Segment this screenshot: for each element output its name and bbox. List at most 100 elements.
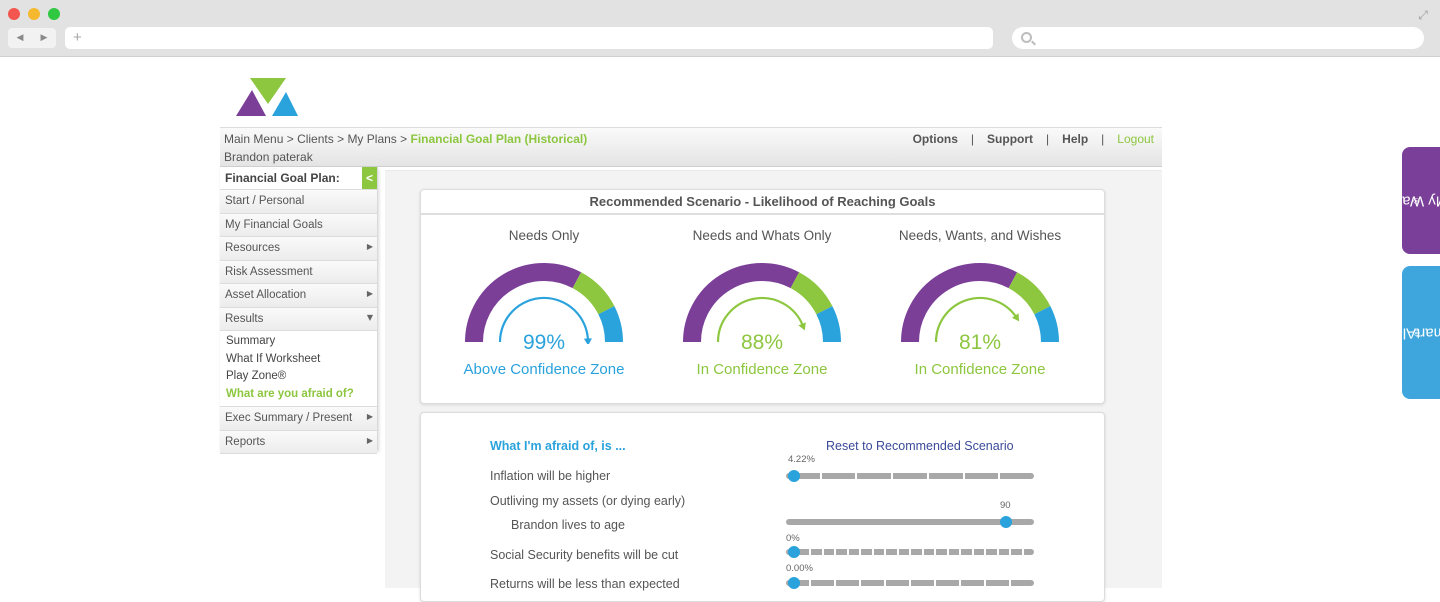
divider <box>385 170 1162 171</box>
gauge-percent: 81% <box>958 331 1002 354</box>
sidebar-item-label: Start / Personal <box>225 195 305 207</box>
fullscreen-icon[interactable]: ⤢ <box>1416 8 1430 22</box>
sidebar-subitem-what-if-worksheet[interactable]: What If Worksheet <box>220 350 377 368</box>
sidebar-item-results[interactable]: Results ▼ <box>220 307 377 331</box>
slider-tick <box>929 472 965 480</box>
slider-value: 0.00% <box>786 563 813 574</box>
slider-ticks <box>786 472 1034 480</box>
sidebar-subitem-summary[interactable]: Summary <box>220 333 377 351</box>
gauge-percent: 99% <box>522 331 566 354</box>
company-logo <box>236 78 298 116</box>
chevron-down-icon: ▼ <box>366 312 373 322</box>
breadcrumb-current: Financial Goal Plan (Historical) <box>410 132 588 146</box>
question-returns: Returns will be less than expected <box>490 577 680 591</box>
slider-tick <box>936 548 949 556</box>
sidebar-item-label: Results <box>225 312 264 325</box>
browser-search-input[interactable] <box>1012 27 1424 49</box>
gauge-needs-and-whats: Needs and Whats Only 88% In Confidence Z… <box>662 228 862 388</box>
smart-alex-tab-label: SmartAlex® <box>1386 324 1440 341</box>
header-bar: Main Menu > Clients > My Plans > Financi… <box>220 127 1162 167</box>
sidebar-item-reports[interactable]: Reports ▶ <box>220 430 377 454</box>
chevron-right-icon: ▶ <box>366 412 373 421</box>
nav-separator: | <box>1046 132 1050 146</box>
logout-link[interactable]: Logout <box>1117 132 1154 146</box>
gauge-percent: 88% <box>740 331 784 354</box>
support-link[interactable]: Support <box>987 132 1033 146</box>
sidebar: Financial Goal Plan: < Start / Personal … <box>220 167 378 454</box>
gauge-segment-green <box>790 272 833 315</box>
afraid-panel: What I'm afraid of, is ... Reset to Reco… <box>420 412 1105 602</box>
new-tab-icon[interactable]: + <box>73 29 82 47</box>
slider-tick <box>1024 548 1035 556</box>
breadcrumb-main-menu[interactable]: Main Menu <box>224 132 283 146</box>
breadcrumb-separator: > <box>283 132 298 146</box>
smart-alex-tab[interactable]: SmartAlex® <box>1386 266 1440 399</box>
slider-tick <box>824 548 836 556</box>
address-bar[interactable]: + <box>65 27 993 49</box>
sidebar-item-label: Asset Allocation <box>225 289 307 301</box>
slider-handle[interactable] <box>1000 516 1013 528</box>
gauge-zone-label: In Confidence Zone <box>696 361 828 378</box>
slider-value: 90 <box>1000 500 1011 511</box>
sidebar-item-exec-summary[interactable]: Exec Summary / Present ▶ <box>220 407 377 431</box>
question-inflation: Inflation will be higher <box>490 469 611 483</box>
slider-tick <box>1011 548 1024 556</box>
slider-tick <box>1011 579 1034 587</box>
gauge-zone-label: In Confidence Zone <box>914 361 1046 378</box>
gauge-segment-green <box>1008 272 1051 315</box>
returns-slider[interactable] <box>786 577 1034 589</box>
age-slider[interactable] <box>786 516 1034 528</box>
slider-handle[interactable] <box>788 577 800 589</box>
chevron-right-icon: ▶ <box>366 242 373 251</box>
social-security-slider[interactable] <box>786 546 1034 558</box>
slider-value: 4.22% <box>788 454 815 465</box>
sidebar-item-asset-allocation[interactable]: Asset Allocation ▶ <box>220 284 377 308</box>
my-way-tab[interactable]: My Way® <box>1394 147 1440 254</box>
slider-handle[interactable] <box>788 470 800 482</box>
slider-tick <box>911 579 936 587</box>
options-link[interactable]: Options <box>913 132 958 146</box>
results-submenu: Summary What If Worksheet Play Zone® Wha… <box>220 331 377 407</box>
slider-tick <box>886 548 899 556</box>
sidebar-item-label: Risk Assessment <box>225 265 313 278</box>
sidebar-subitem-play-zone[interactable]: Play Zone® <box>220 368 377 386</box>
breadcrumb-separator: > <box>396 132 411 146</box>
sidebar-title-label: Financial Goal Plan: <box>225 171 340 185</box>
slider-tick <box>1000 472 1034 480</box>
forward-button[interactable]: ▶ <box>32 28 56 48</box>
window-close-button[interactable] <box>8 8 20 20</box>
slider-tick <box>849 548 861 556</box>
slider-ticks <box>786 518 1034 526</box>
slider-tick <box>961 579 986 587</box>
sidebar-subitem-afraid[interactable]: What are you afraid of? <box>220 385 377 403</box>
breadcrumb-separator: > <box>333 132 348 146</box>
window-minimize-button[interactable] <box>28 8 40 20</box>
search-icon <box>1021 32 1032 43</box>
gauge-needs-only: Needs Only 99% Above Confidence Zone <box>444 228 644 388</box>
help-link[interactable]: Help <box>1062 132 1088 146</box>
slider-tick <box>961 548 974 556</box>
slider-handle[interactable] <box>788 546 800 558</box>
slider-tick <box>899 548 911 556</box>
scenario-panel-title: Recommended Scenario - Likelihood of Rea… <box>421 190 1104 215</box>
reset-scenario-link[interactable]: Reset to Recommended Scenario <box>826 439 1014 453</box>
slider-tick <box>986 579 1011 587</box>
sidebar-item-resources[interactable]: Resources ▶ <box>220 237 377 261</box>
sidebar-item-start-personal[interactable]: Start / Personal <box>220 190 377 214</box>
breadcrumb-clients[interactable]: Clients <box>297 132 334 146</box>
window-maximize-button[interactable] <box>48 8 60 20</box>
slider-tick <box>836 548 849 556</box>
slider-tick <box>811 548 824 556</box>
slider-ticks <box>786 548 1034 556</box>
sidebar-item-risk-assessment[interactable]: Risk Assessment <box>220 260 377 284</box>
inflation-slider[interactable] <box>786 470 1034 482</box>
back-button[interactable]: ◀ <box>8 28 32 48</box>
slider-tick <box>857 472 894 480</box>
sidebar-item-my-financial-goals[interactable]: My Financial Goals <box>220 213 377 237</box>
gauge-title: Needs, Wants, and Wishes <box>898 228 1062 243</box>
collapse-sidebar-button[interactable]: < <box>362 167 377 189</box>
scenario-panel: Recommended Scenario - Likelihood of Rea… <box>420 189 1105 404</box>
slider-tick <box>836 579 861 587</box>
my-way-tab-label: My Way® <box>1394 192 1440 209</box>
breadcrumb-my-plans[interactable]: My Plans <box>347 132 396 146</box>
